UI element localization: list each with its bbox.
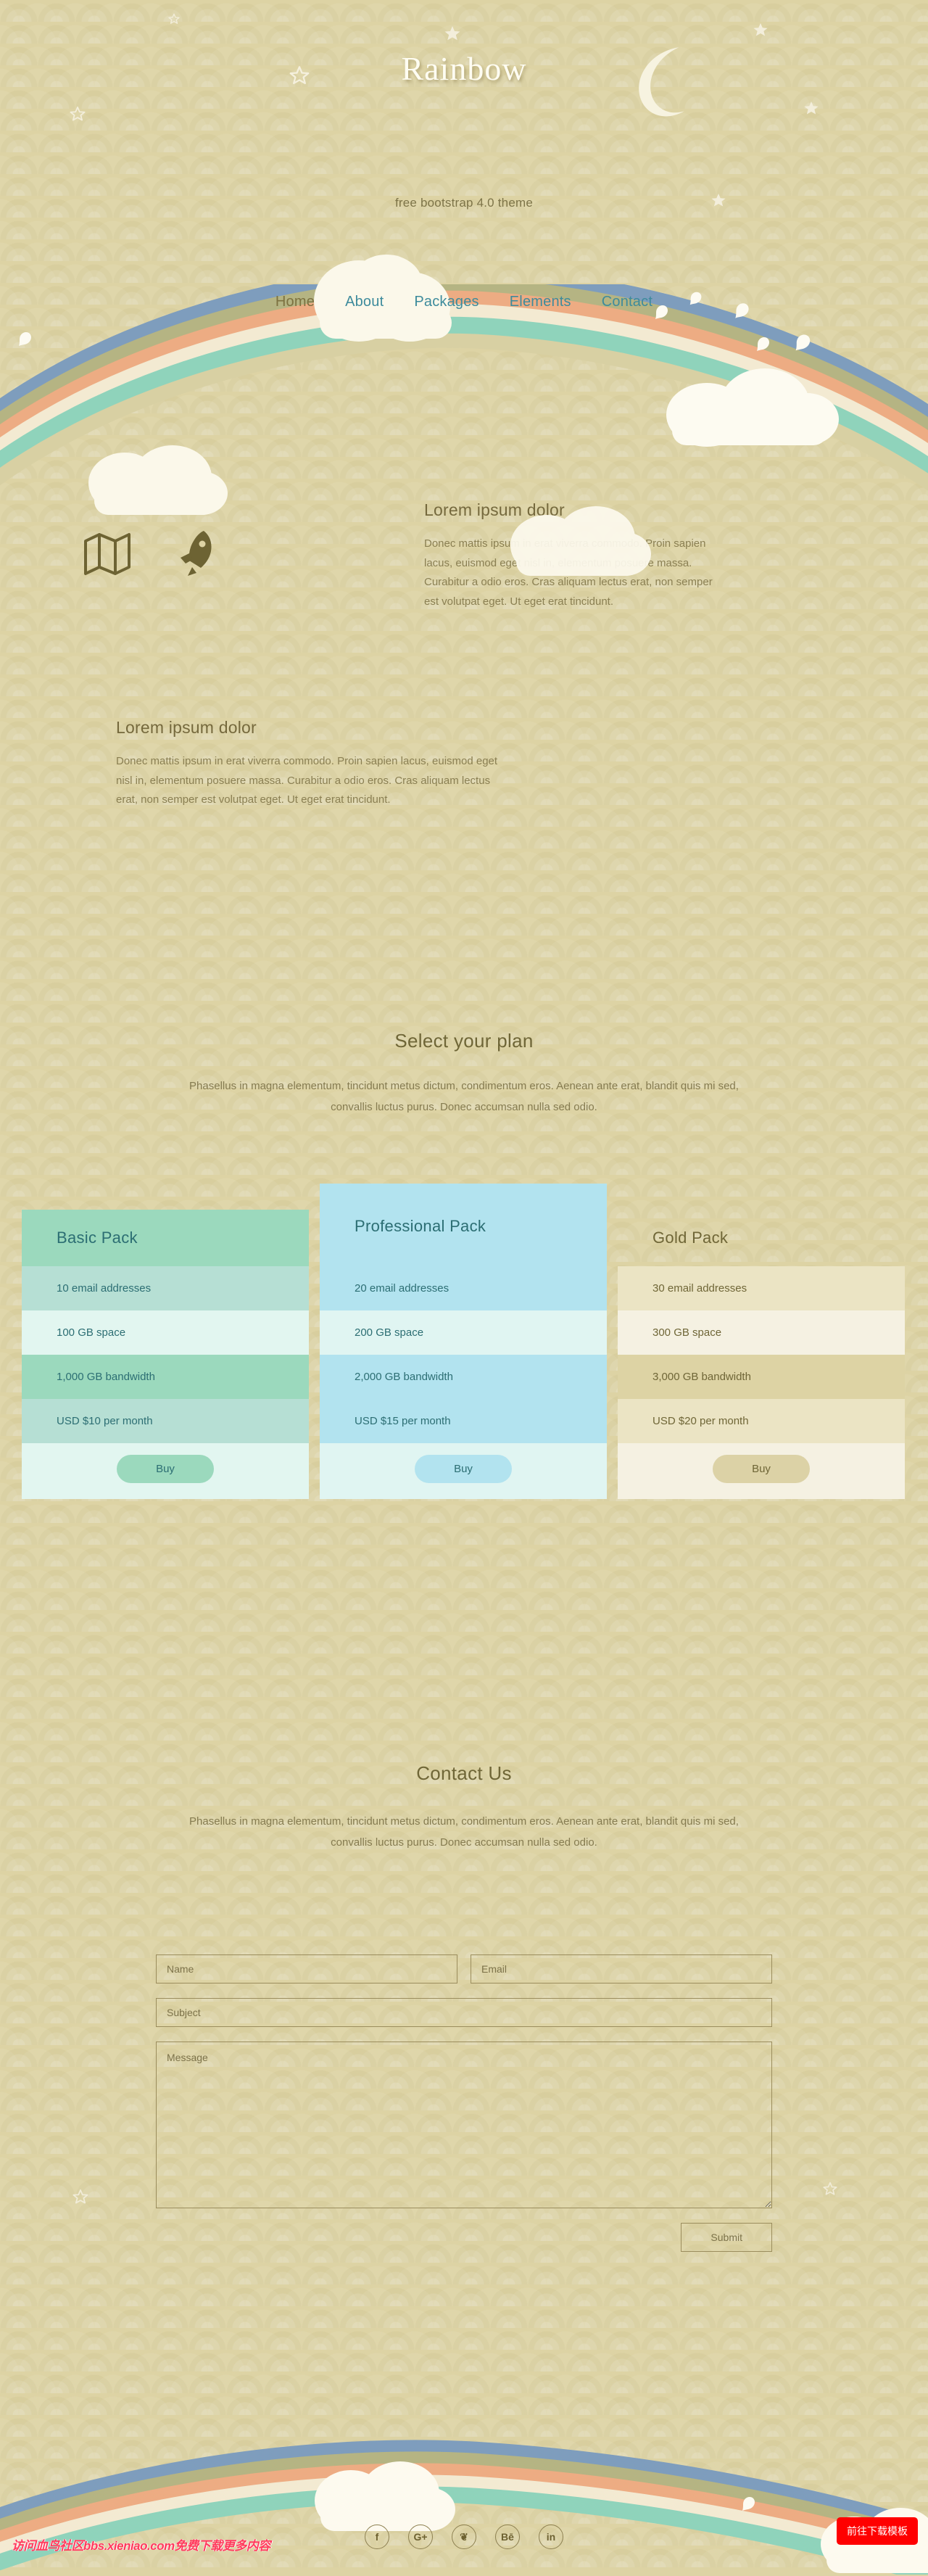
- buy-button-basic[interactable]: Buy: [117, 1455, 214, 1483]
- form-row-name-email: [156, 1954, 772, 1983]
- plans-heading-block: Select your plan Phasellus in magna elem…: [0, 1001, 928, 1118]
- form-row-submit: Submit: [156, 2223, 772, 2252]
- plan-space: 300 GB space: [618, 1310, 905, 1355]
- form-row-subject: [156, 1998, 772, 2027]
- plan-price: USD $10 per month: [22, 1399, 309, 1443]
- star-icon: [823, 2181, 837, 2195]
- plan-footer: Buy: [320, 1443, 607, 1499]
- plan-footer: Buy: [22, 1443, 309, 1499]
- submit-button[interactable]: Submit: [681, 2223, 772, 2252]
- plan-name: Basic Pack: [22, 1210, 309, 1266]
- plan-bandwidth: 3,000 GB bandwidth: [618, 1355, 905, 1399]
- header-rainbow: [0, 284, 928, 502]
- twitter-icon[interactable]: ❦: [452, 2525, 476, 2549]
- plan-card-professional: Professional Pack 20 email addresses 200…: [320, 1184, 607, 1499]
- download-template-button[interactable]: 前往下载模板: [837, 2517, 918, 2545]
- feature-title: Lorem ipsum dolor: [116, 718, 257, 737]
- pricing-plans: Basic Pack 10 email addresses 100 GB spa…: [22, 1184, 906, 1499]
- feature-title: Lorem ipsum dolor: [424, 500, 565, 519]
- form-row-message: [156, 2042, 772, 2208]
- buy-button-professional[interactable]: Buy: [415, 1455, 512, 1483]
- star-icon: [444, 26, 460, 41]
- star-icon: [70, 106, 86, 121]
- cloud-shape: [666, 368, 839, 447]
- plan-name: Gold Pack: [652, 1229, 729, 1247]
- contact-form: Submit: [156, 1954, 772, 2252]
- nav-item-about[interactable]: About: [345, 294, 384, 310]
- feature-body: Donec mattis ipsum in erat viverra commo…: [424, 537, 713, 608]
- plan-emails: 30 email addresses: [618, 1266, 905, 1310]
- behance-icon[interactable]: Bē: [495, 2525, 520, 2549]
- plan-bandwidth: 2,000 GB bandwidth: [320, 1355, 607, 1399]
- feature-body: Donec mattis ipsum in erat viverra commo…: [116, 755, 498, 806]
- nav-item-home[interactable]: Home: [276, 294, 315, 310]
- plan-price: USD $20 per month: [618, 1399, 905, 1443]
- nav-item-elements[interactable]: Elements: [510, 294, 571, 310]
- cloud-shape: [88, 445, 228, 515]
- plan-footer: Buy: [618, 1443, 905, 1499]
- main-navigation: Home About Packages Elements Contact: [0, 294, 928, 310]
- email-field[interactable]: [471, 1954, 772, 1983]
- feature-block-1: Lorem ipsum dolor Donec mattis ipsum in …: [424, 500, 725, 612]
- feature-icons: [83, 529, 217, 579]
- star-icon: [753, 22, 768, 36]
- nav-item-packages[interactable]: Packages: [414, 294, 478, 310]
- page-root: Rainbow free bootstrap 4.0 theme Home Ab…: [0, 0, 928, 2575]
- contact-intro: Phasellus in magna elementum, tincidunt …: [189, 1815, 739, 1849]
- star-icon: [72, 2189, 88, 2204]
- plans-title: Select your plan: [394, 1030, 534, 1052]
- linkedin-icon[interactable]: in: [539, 2525, 563, 2549]
- bird-icon: [757, 337, 769, 351]
- message-field[interactable]: [156, 2042, 772, 2208]
- plan-price: USD $15 per month: [320, 1399, 607, 1443]
- plans-intro: Phasellus in magna elementum, tincidunt …: [189, 1080, 739, 1114]
- contact-heading-block: Contact Us Phasellus in magna elementum,…: [0, 1762, 928, 1854]
- name-field[interactable]: [156, 1954, 457, 1983]
- nav-item-contact[interactable]: Contact: [602, 294, 652, 310]
- contact-title: Contact Us: [416, 1762, 512, 1784]
- star-icon: [804, 101, 819, 115]
- rocket-icon: [176, 529, 217, 579]
- plan-space: 100 GB space: [22, 1310, 309, 1355]
- site-watermark: 访问血鸟社区bbs.xieniao.com免费下载更多内容: [12, 2539, 270, 2553]
- bird-icon: [795, 334, 811, 351]
- bird-icon: [742, 2497, 755, 2511]
- subject-field[interactable]: [156, 1998, 772, 2027]
- google-plus-icon[interactable]: G+: [408, 2525, 433, 2549]
- bird-icon: [19, 332, 31, 346]
- plan-emails: 10 email addresses: [22, 1266, 309, 1310]
- facebook-icon[interactable]: f: [365, 2525, 389, 2549]
- plan-card-basic: Basic Pack 10 email addresses 100 GB spa…: [22, 1210, 309, 1499]
- map-icon: [83, 531, 131, 577]
- page-tagline: free bootstrap 4.0 theme: [394, 196, 534, 210]
- buy-button-gold[interactable]: Buy: [713, 1455, 810, 1483]
- plan-space: 200 GB space: [320, 1310, 607, 1355]
- feature-block-2: Lorem ipsum dolor Donec mattis ipsum in …: [116, 718, 508, 810]
- plan-card-gold: Gold Pack 30 email addresses 300 GB spac…: [618, 1210, 905, 1499]
- star-icon: [168, 13, 180, 24]
- plan-name: Professional Pack: [320, 1184, 607, 1266]
- plan-emails: 20 email addresses: [320, 1266, 607, 1310]
- plan-bandwidth: 1,000 GB bandwidth: [22, 1355, 309, 1399]
- page-title: Rainbow: [401, 50, 527, 87]
